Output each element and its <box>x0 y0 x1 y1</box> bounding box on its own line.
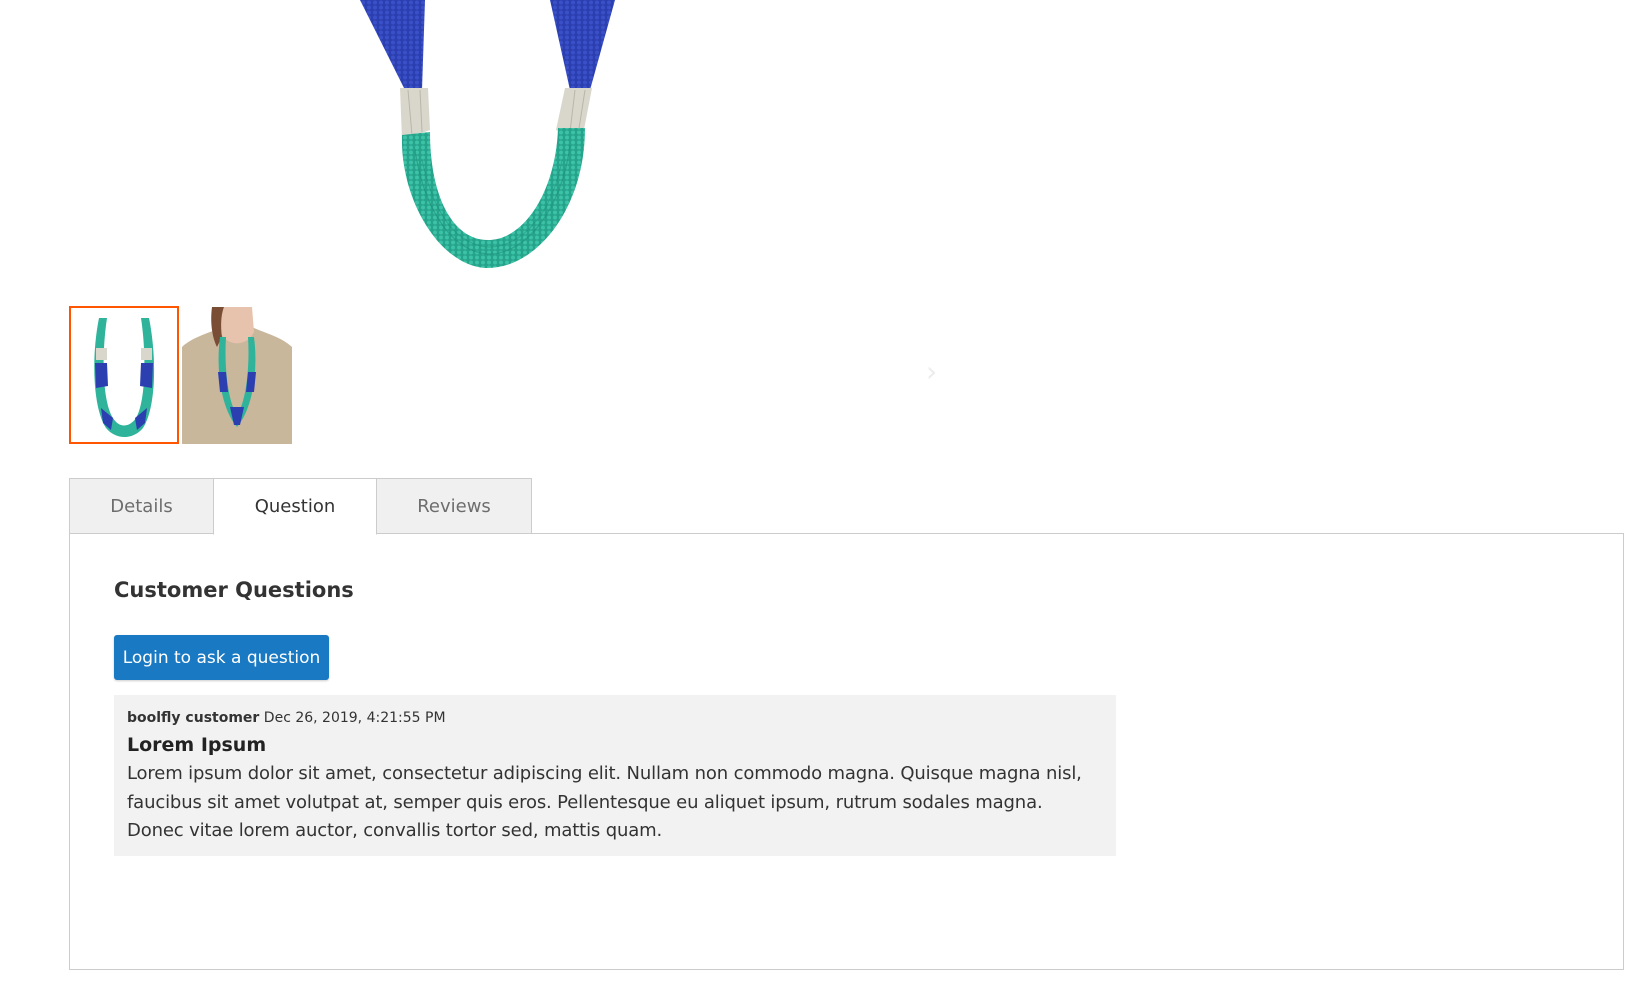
chevron-right-icon[interactable]: › <box>926 358 937 386</box>
beaded-necklace-image <box>360 0 615 269</box>
question-author: boolfly customer <box>127 710 260 726</box>
model-wearing-necklace-image <box>182 307 292 444</box>
question-meta: boolfly customer Dec 26, 2019, 4:21:55 P… <box>127 709 1103 727</box>
tab-reviews[interactable]: Reviews <box>376 478 532 534</box>
question-date: Dec 26, 2019, 4:21:55 PM <box>263 710 446 726</box>
necklace-thumbnail-image <box>94 318 155 437</box>
thumbnail-strip: ‹ › <box>69 306 949 446</box>
tab-details[interactable]: Details <box>69 478 214 534</box>
main-product-image[interactable] <box>330 0 650 290</box>
tab-question[interactable]: Question <box>213 478 377 535</box>
necklace-product-thumbnail[interactable] <box>69 306 179 444</box>
question-tab-panel: Customer Questions Login to ask a questi… <box>69 533 1624 970</box>
login-to-ask-question-button[interactable]: Login to ask a question <box>114 635 329 680</box>
question-title: Lorem Ipsum <box>127 734 267 756</box>
question-item: boolfly customer Dec 26, 2019, 4:21:55 P… <box>114 695 1116 856</box>
question-body: Lorem ipsum dolor sit amet, consectetur … <box>127 763 1082 841</box>
customer-questions-heading: Customer Questions <box>114 578 354 602</box>
necklace-model-thumbnail[interactable] <box>182 307 292 444</box>
